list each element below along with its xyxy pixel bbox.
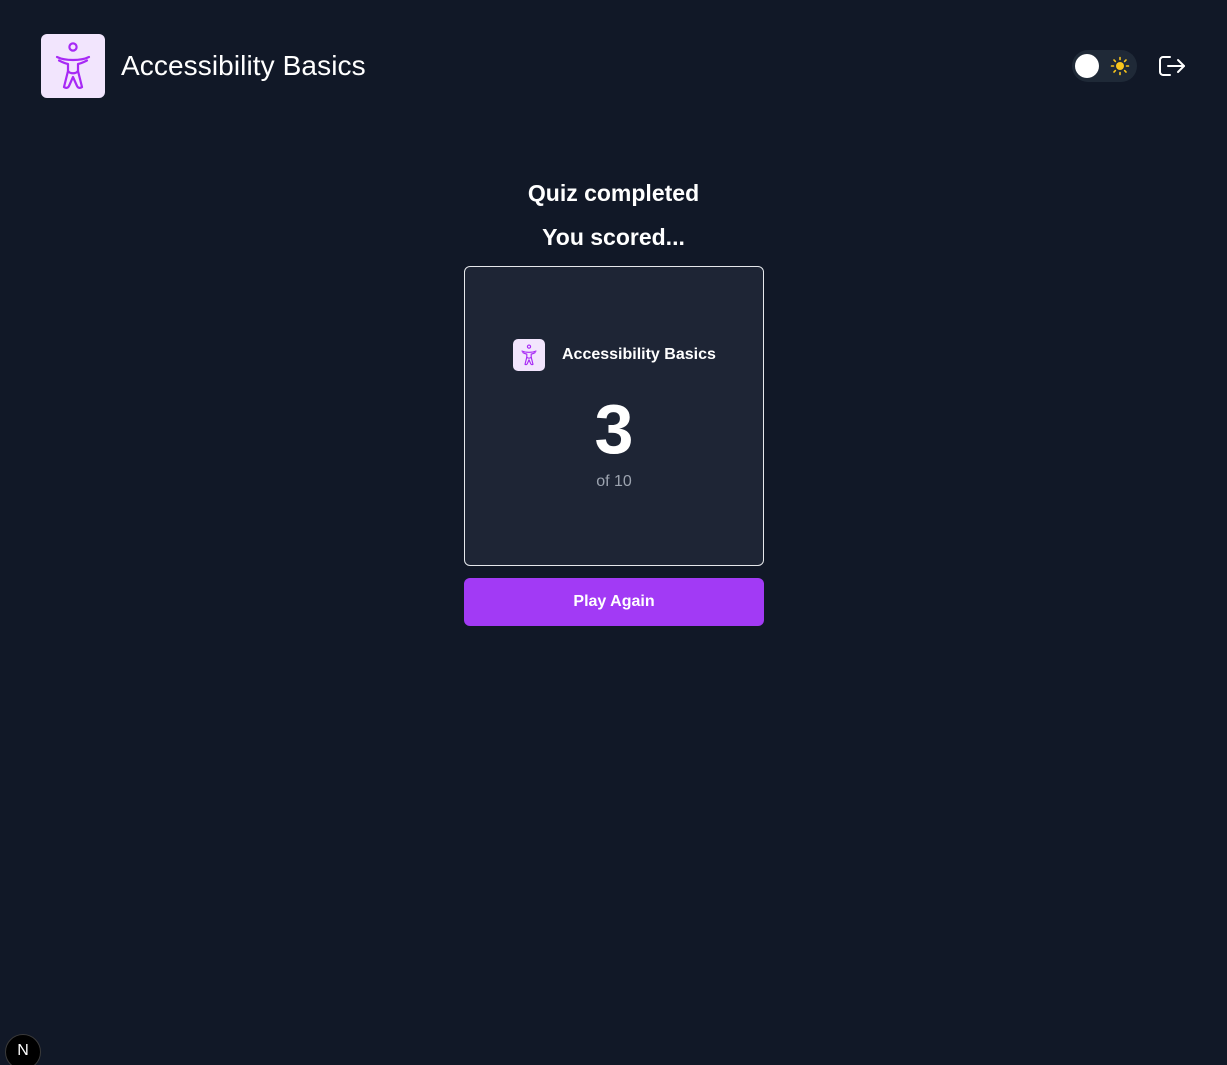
card-topic-label: Accessibility Basics	[562, 346, 716, 363]
header-controls	[1072, 50, 1187, 82]
sun-icon	[1110, 56, 1130, 76]
score-card: Accessibility Basics 3 of 10	[464, 266, 764, 566]
app-title: Accessibility Basics	[121, 50, 366, 81]
toggle-knob	[1075, 54, 1099, 78]
theme-toggle[interactable]	[1072, 50, 1137, 82]
card-topic-logo	[513, 339, 545, 371]
accessibility-icon	[521, 344, 537, 366]
score-value: 3	[594, 390, 634, 468]
app-header: Accessibility Basics	[41, 34, 366, 98]
play-again-button[interactable]: Play Again	[464, 578, 764, 626]
score-total: of 10	[596, 473, 632, 490]
completion-heading: Quiz completed	[527, 180, 700, 206]
logout-icon	[1159, 56, 1185, 76]
quiz-result-page: Accessibility Basics Quiz completed You …	[0, 0, 1227, 1065]
card-topic: Accessibility Basics	[513, 339, 716, 371]
dev-tools-badge[interactable]: N	[5, 1034, 41, 1065]
logout-button[interactable]	[1157, 51, 1187, 81]
app-logo	[41, 34, 105, 98]
dev-badge-label: N	[17, 1042, 29, 1059]
accessibility-icon	[55, 42, 91, 89]
score-subheading: You scored...	[542, 224, 685, 250]
